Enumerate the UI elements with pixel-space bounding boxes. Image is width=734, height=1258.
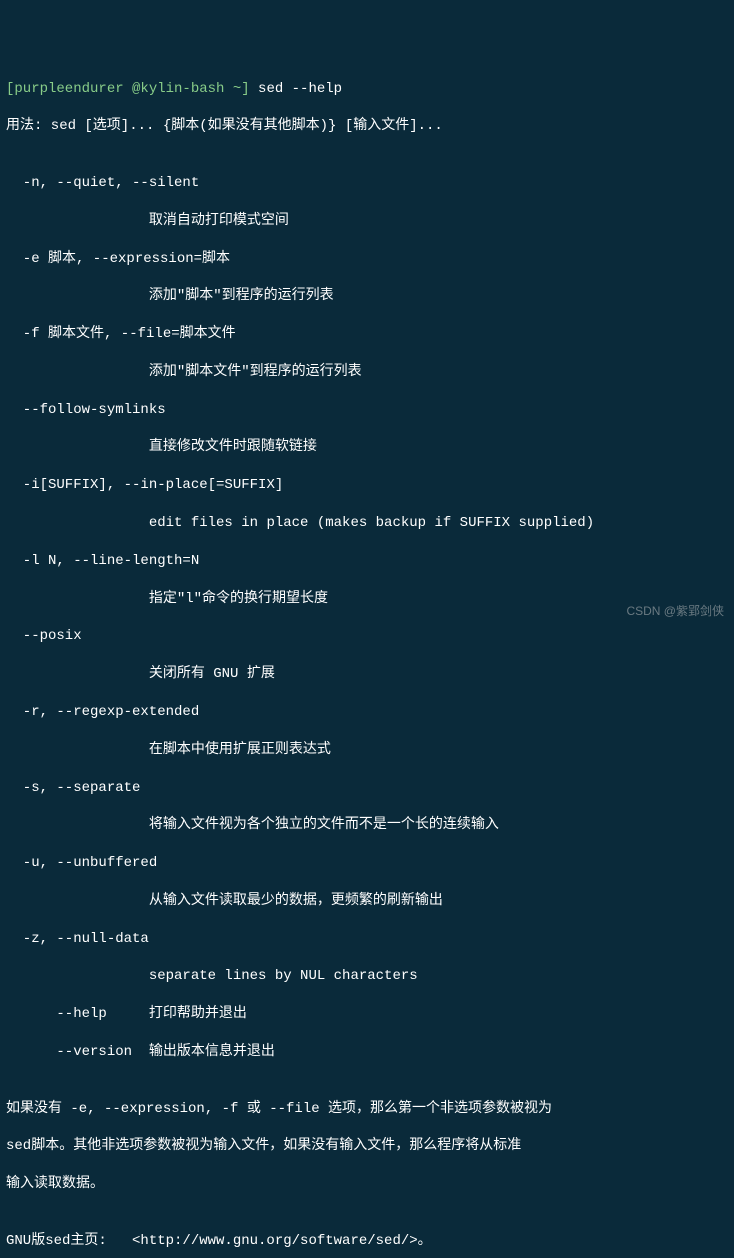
usage-line: 用法: sed [选项]... {脚本(如果没有其他脚本)} [输入文件]... bbox=[6, 117, 728, 136]
option-l: -l N, --line-length=N bbox=[6, 552, 728, 571]
command-typed[interactable]: sed --help bbox=[250, 81, 342, 97]
homepage-line: GNU版sed主页: <http://www.gnu.org/software/… bbox=[6, 1232, 728, 1251]
option-r: -r, --regexp-extended bbox=[6, 703, 728, 722]
option-posix: --posix bbox=[6, 627, 728, 646]
note-line-1: 如果没有 -e, --expression, -f 或 --file 选项，那么… bbox=[6, 1100, 728, 1119]
option-z-desc: separate lines by NUL characters bbox=[6, 967, 728, 986]
prompt-line-1: [purpleendurer @kylin-bash ~] sed --help bbox=[6, 80, 728, 99]
option-u: -u, --unbuffered bbox=[6, 854, 728, 873]
option-f-desc: 添加"脚本文件"到程序的运行列表 bbox=[6, 363, 728, 382]
option-s: -s, --separate bbox=[6, 779, 728, 798]
option-f: -f 脚本文件, --file=脚本文件 bbox=[6, 325, 728, 344]
option-posix-desc: 关闭所有 GNU 扩展 bbox=[6, 665, 728, 684]
option-help: --help 打印帮助并退出 bbox=[6, 1005, 728, 1024]
option-e: -e 脚本, --expression=脚本 bbox=[6, 250, 728, 269]
option-n: -n, --quiet, --silent bbox=[6, 174, 728, 193]
note-line-3: 输入读取数据。 bbox=[6, 1175, 728, 1194]
watermark: CSDN @紫郢剑侠 bbox=[626, 603, 724, 619]
note-line-2: sed脚本。其他非选项参数被视为输入文件，如果没有输入文件，那么程序将从标准 bbox=[6, 1137, 728, 1156]
option-follow: --follow-symlinks bbox=[6, 401, 728, 420]
option-z: -z, --null-data bbox=[6, 930, 728, 949]
option-follow-desc: 直接修改文件时跟随软链接 bbox=[6, 438, 728, 457]
option-e-desc: 添加"脚本"到程序的运行列表 bbox=[6, 287, 728, 306]
option-i: -i[SUFFIX], --in-place[=SUFFIX] bbox=[6, 476, 728, 495]
option-n-desc: 取消自动打印模式空间 bbox=[6, 212, 728, 231]
option-s-desc: 将输入文件视为各个独立的文件而不是一个长的连续输入 bbox=[6, 816, 728, 835]
option-l-desc: 指定"l"命令的换行期望长度 bbox=[6, 590, 728, 609]
option-r-desc: 在脚本中使用扩展正则表达式 bbox=[6, 741, 728, 760]
prompt-user-host: [purpleendurer @kylin-bash ~] bbox=[6, 81, 250, 97]
option-i-desc: edit files in place (makes backup if SUF… bbox=[6, 514, 728, 533]
option-u-desc: 从输入文件读取最少的数据，更频繁的刷新输出 bbox=[6, 892, 728, 911]
option-version: --version 输出版本信息并退出 bbox=[6, 1043, 728, 1062]
